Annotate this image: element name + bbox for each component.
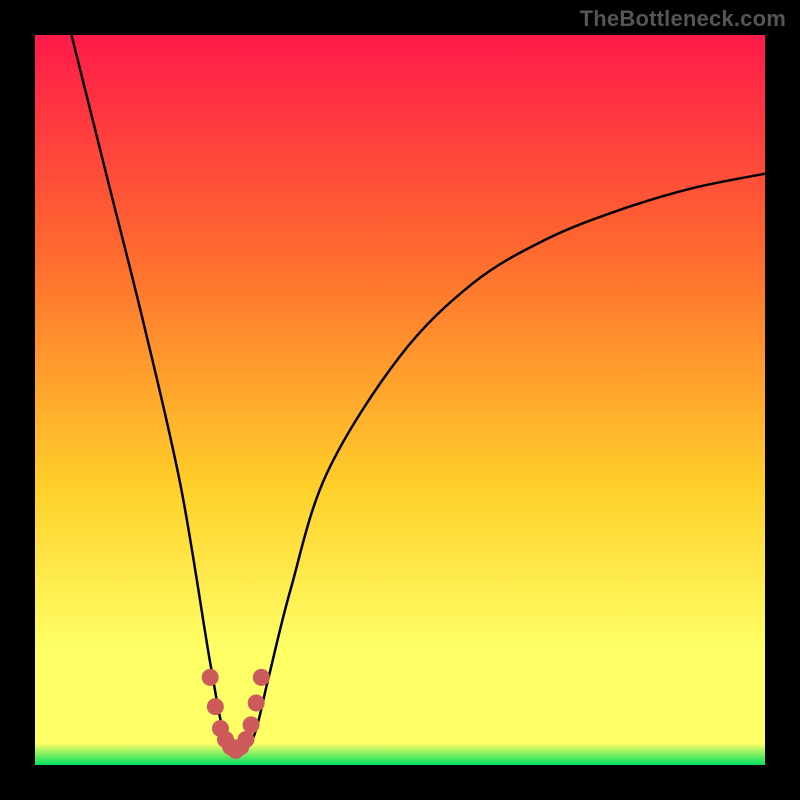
chart-svg (35, 35, 765, 765)
plot-area (35, 35, 765, 765)
chart-container: TheBottleneck.com (0, 0, 800, 800)
marker-dot (248, 694, 265, 711)
marker-dot (207, 698, 224, 715)
marker-dot (202, 669, 219, 686)
marker-dot (243, 716, 260, 733)
marker-dot (237, 731, 254, 748)
watermark-text: TheBottleneck.com (580, 6, 786, 32)
gradient-background (35, 35, 765, 765)
marker-dot (253, 669, 270, 686)
